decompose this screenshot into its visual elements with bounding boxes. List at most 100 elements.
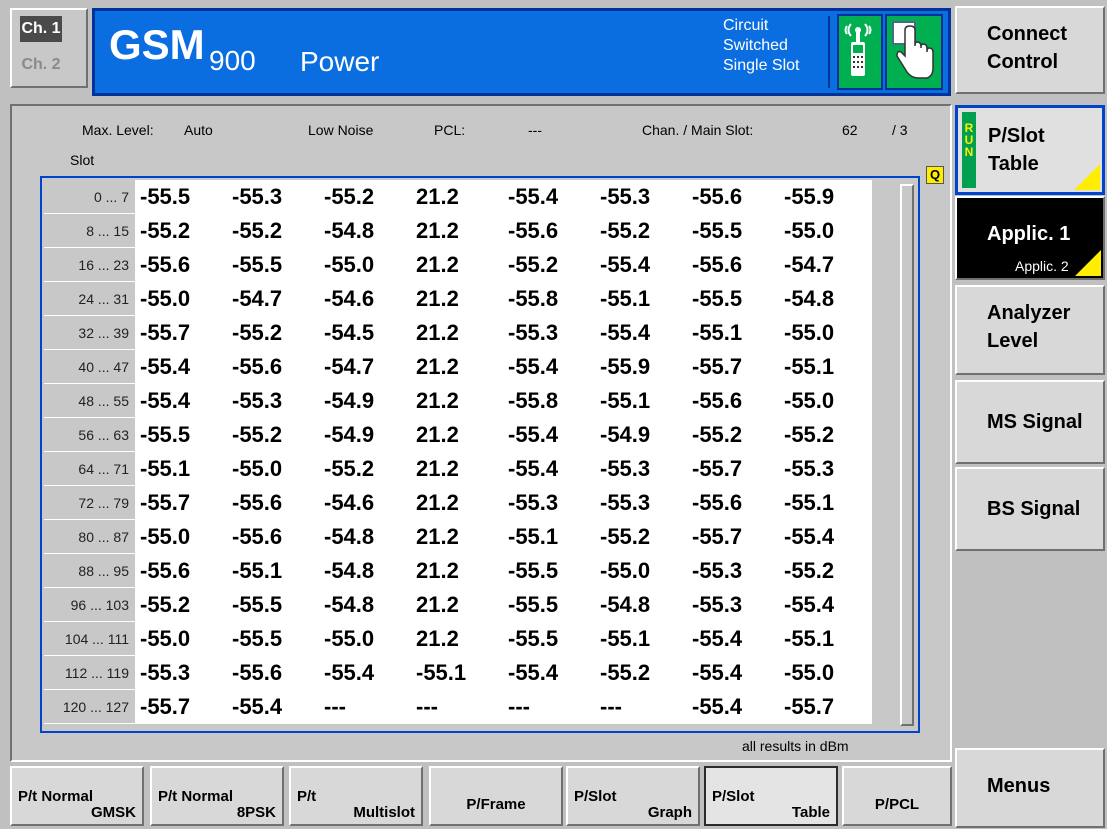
slot-range-cell: 8 ... 15	[44, 214, 136, 248]
corner-triangle-icon	[1074, 164, 1100, 190]
power-value-cell: 21.2	[412, 180, 504, 214]
power-value-cell: -55.7	[136, 690, 228, 724]
tab-pt-multislot[interactable]: P/t Multislot	[289, 766, 423, 826]
status-line-2: Switched	[723, 37, 788, 54]
channel-slot-label: Chan. / Main Slot:	[642, 122, 754, 138]
table-row: 112 ... 119 -55.3 -55.6 -55.4 -55.1 -55.4 -55.…	[44, 656, 872, 690]
power-value-cell: -55.2	[228, 418, 320, 452]
power-value-cell: -55.3	[596, 486, 688, 520]
tab-pt-normal-gmsk[interactable]: P/t Normal GMSK	[10, 766, 144, 826]
table-row: 88 ... 95 -55.6 -55.1 -54.8 21.2 -55.5 -55.0 -5…	[44, 554, 872, 588]
tab-line1: P/t	[297, 788, 317, 805]
channel-1-button[interactable]: Ch. 1	[20, 16, 62, 42]
power-value-cell: ---	[412, 690, 504, 724]
tab-line2: 8PSK	[236, 804, 276, 821]
power-value-cell: -55.3	[780, 452, 872, 486]
power-value-cell: -55.1	[136, 452, 228, 486]
menus-button[interactable]: Menus	[955, 748, 1105, 828]
slot-range-cell: 104 ... 111	[44, 622, 136, 656]
slot-range-cell: 112 ... 119	[44, 656, 136, 690]
power-value-cell: -55.2	[228, 316, 320, 350]
power-value-cell: -55.7	[688, 452, 780, 486]
slot-range-cell: 80 ... 87	[44, 520, 136, 554]
title-measurement: Power	[300, 46, 380, 77]
power-value-cell: -55.7	[780, 690, 872, 724]
mobile-signal-icon	[837, 14, 883, 90]
results-table: 0 ... 7 -55.5 -55.3 -55.2 21.2 -55.4 -55.3 -55.…	[44, 180, 872, 724]
power-value-cell: -54.8	[596, 588, 688, 622]
tab-pslot-table[interactable]: P/Slot Table	[704, 766, 838, 826]
analyzer-level-button[interactable]: Analyzer Level	[955, 285, 1105, 375]
channel-2-button[interactable]: Ch. 2	[20, 52, 62, 78]
power-value-cell: -55.2	[320, 180, 412, 214]
power-value-cell: -55.9	[780, 180, 872, 214]
tab-pslot-graph[interactable]: P/Slot Graph	[566, 766, 700, 826]
table-row: 56 ... 63 -55.5 -55.2 -54.9 21.2 -55.4 -54.9 -5…	[44, 418, 872, 452]
power-value-cell: -55.6	[136, 554, 228, 588]
power-value-cell: -55.1	[596, 282, 688, 316]
power-value-cell: 21.2	[412, 554, 504, 588]
bs-signal-button[interactable]: BS Signal	[955, 467, 1105, 551]
ms-signal-button[interactable]: MS Signal	[955, 380, 1105, 464]
power-value-cell: -55.7	[688, 520, 780, 554]
power-value-cell: -55.4	[504, 452, 596, 486]
bs-signal-label: BS Signal	[987, 498, 1081, 520]
power-value-cell: -55.4	[228, 690, 320, 724]
tab-line1: P/t Normal	[18, 788, 94, 805]
power-value-cell: -55.3	[596, 180, 688, 214]
power-value-cell: -55.7	[136, 486, 228, 520]
noise-mode[interactable]: Low Noise	[308, 122, 373, 138]
power-value-cell: -55.1	[780, 350, 872, 384]
channel-value: 62	[842, 122, 858, 138]
power-value-cell: -54.8	[780, 282, 872, 316]
pslot-table-button[interactable]: RUN P/Slot Table	[955, 105, 1105, 195]
power-value-cell: -54.8	[320, 214, 412, 248]
power-value-cell: -55.3	[504, 316, 596, 350]
power-value-cell: -55.5	[688, 214, 780, 248]
hand-pointer-icon	[885, 14, 943, 90]
slot-range-cell: 48 ... 55	[44, 384, 136, 418]
power-value-cell: -55.4	[136, 350, 228, 384]
power-value-cell: ---	[504, 690, 596, 724]
title-bar: GSM 900 Power Circuit Switched Single Sl…	[92, 8, 951, 96]
tab-pframe[interactable]: P/Frame	[429, 766, 563, 826]
power-value-cell: -55.4	[596, 316, 688, 350]
vertical-scrollbar[interactable]	[900, 184, 914, 726]
power-value-cell: -54.6	[320, 486, 412, 520]
application-button[interactable]: Applic. 1 Applic. 2	[955, 196, 1105, 280]
table-row: 64 ... 71 -55.1 -55.0 -55.2 21.2 -55.4 -55.3 -5…	[44, 452, 872, 486]
slot-column-header: Slot	[70, 152, 95, 168]
power-value-cell: -55.3	[136, 656, 228, 690]
power-value-cell: -55.5	[504, 554, 596, 588]
power-value-cell: -55.8	[504, 384, 596, 418]
power-value-cell: -55.0	[596, 554, 688, 588]
tab-line2: Multislot	[353, 804, 415, 821]
corner-triangle-icon	[1075, 250, 1101, 276]
power-value-cell: 21.2	[412, 452, 504, 486]
channel-selector[interactable]: Ch. 1 Ch. 2	[10, 8, 88, 88]
power-value-cell: -55.6	[688, 248, 780, 282]
max-level-value[interactable]: Auto	[184, 122, 213, 138]
tab-line2: Graph	[647, 804, 692, 821]
power-value-cell: -55.6	[136, 248, 228, 282]
table-row: 32 ... 39 -55.7 -55.2 -54.5 21.2 -55.3 -55.4 -5…	[44, 316, 872, 350]
pcl-label: PCL:	[434, 122, 466, 138]
slot-range-cell: 16 ... 23	[44, 248, 136, 282]
power-value-cell: -55.0	[136, 282, 228, 316]
power-value-cell: -55.2	[780, 554, 872, 588]
power-value-cell: -54.8	[320, 554, 412, 588]
power-value-cell: -55.0	[136, 622, 228, 656]
slot-range-cell: 40 ... 47	[44, 350, 136, 384]
tab-ppcl[interactable]: P/PCL	[842, 766, 952, 826]
power-value-cell: -55.4	[688, 656, 780, 690]
table-row: 96 ... 103 -55.2 -55.5 -54.8 21.2 -55.5 -54.8-…	[44, 588, 872, 622]
power-value-cell: -55.6	[688, 384, 780, 418]
power-value-cell: -55.1	[412, 656, 504, 690]
power-value-cell: -55.5	[136, 180, 228, 214]
tab-pt-normal-8psk[interactable]: P/t Normal 8PSK	[150, 766, 284, 826]
power-value-cell: -55.5	[228, 248, 320, 282]
power-value-cell: -54.7	[228, 282, 320, 316]
max-level-label: Max. Level:	[82, 122, 154, 138]
connect-control-line2: Control	[987, 51, 1059, 73]
connect-control-button[interactable]: Connect Control	[955, 6, 1105, 94]
